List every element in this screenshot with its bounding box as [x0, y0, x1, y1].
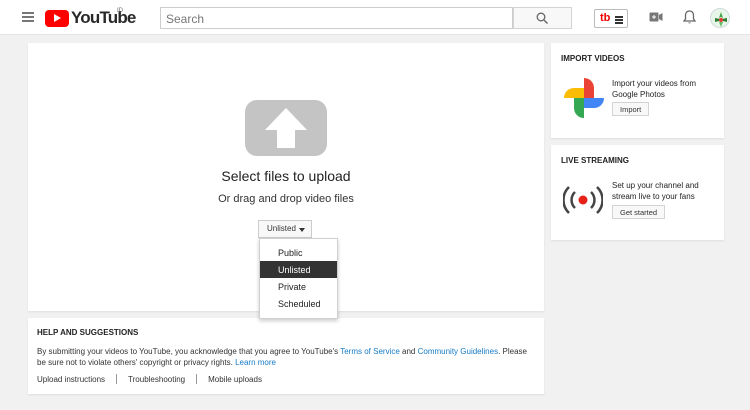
- search-input[interactable]: Search: [160, 7, 513, 29]
- live-streaming-panel: LIVE STREAMING Set up your channel and s…: [551, 145, 724, 240]
- privacy-option-private[interactable]: Private: [260, 278, 337, 295]
- bell-icon[interactable]: [683, 10, 696, 25]
- google-photos-icon: [564, 78, 604, 118]
- upload-subtitle: Or drag and drop video files: [218, 193, 354, 205]
- country-code: ID: [117, 8, 123, 14]
- troubleshooting-link[interactable]: Troubleshooting: [128, 375, 185, 384]
- tubebuddy-button[interactable]: tb: [594, 9, 628, 28]
- community-guidelines-link[interactable]: Community Guidelines: [418, 347, 498, 356]
- import-videos-panel: IMPORT VIDEOS Import your videos from Go…: [551, 43, 724, 138]
- privacy-option-scheduled[interactable]: Scheduled: [260, 295, 337, 312]
- list-icon: [615, 16, 623, 25]
- help-links: Upload instructions Troubleshooting Mobi…: [37, 374, 262, 384]
- privacy-dropdown[interactable]: Unlisted: [258, 220, 312, 238]
- avatar-image: [711, 9, 729, 27]
- live-title: LIVE STREAMING: [561, 156, 630, 165]
- youtube-play-icon: [45, 9, 69, 27]
- live-text: Set up your channel and stream live to y…: [612, 181, 699, 201]
- upload-instructions-link[interactable]: Upload instructions: [37, 375, 105, 384]
- avatar[interactable]: [710, 8, 730, 28]
- help-panel: HELP AND SUGGESTIONS By submitting your …: [28, 318, 544, 394]
- caret-down-icon: [299, 228, 305, 232]
- import-button[interactable]: Import: [612, 102, 650, 116]
- menu-icon[interactable]: [22, 12, 34, 22]
- mobile-uploads-link[interactable]: Mobile uploads: [208, 375, 262, 384]
- live-broadcast-icon: [563, 186, 603, 214]
- divider: [196, 374, 198, 384]
- get-started-button[interactable]: Get started: [612, 205, 666, 219]
- privacy-option-public[interactable]: Public: [260, 244, 337, 261]
- top-header: YouTube ID Search tb: [0, 0, 750, 35]
- learn-more-link[interactable]: Learn more: [235, 358, 276, 367]
- upload-arrow-icon[interactable]: [245, 100, 327, 156]
- help-title: HELP AND SUGGESTIONS: [37, 328, 139, 337]
- upload-title: Select files to upload: [221, 168, 351, 184]
- video-camera-icon[interactable]: [649, 11, 663, 23]
- import-title: IMPORT VIDEOS: [561, 54, 625, 63]
- divider: [116, 374, 118, 384]
- help-text: By submitting your videos to YouTube, yo…: [37, 347, 527, 367]
- privacy-menu: Public Unlisted Private Scheduled: [259, 238, 338, 319]
- search-button[interactable]: [513, 7, 572, 29]
- import-text: Import your videos from Google Photos: [612, 79, 697, 99]
- privacy-option-unlisted[interactable]: Unlisted: [260, 261, 337, 278]
- terms-of-service-link[interactable]: Terms of Service: [340, 347, 400, 356]
- search-icon: [536, 12, 548, 24]
